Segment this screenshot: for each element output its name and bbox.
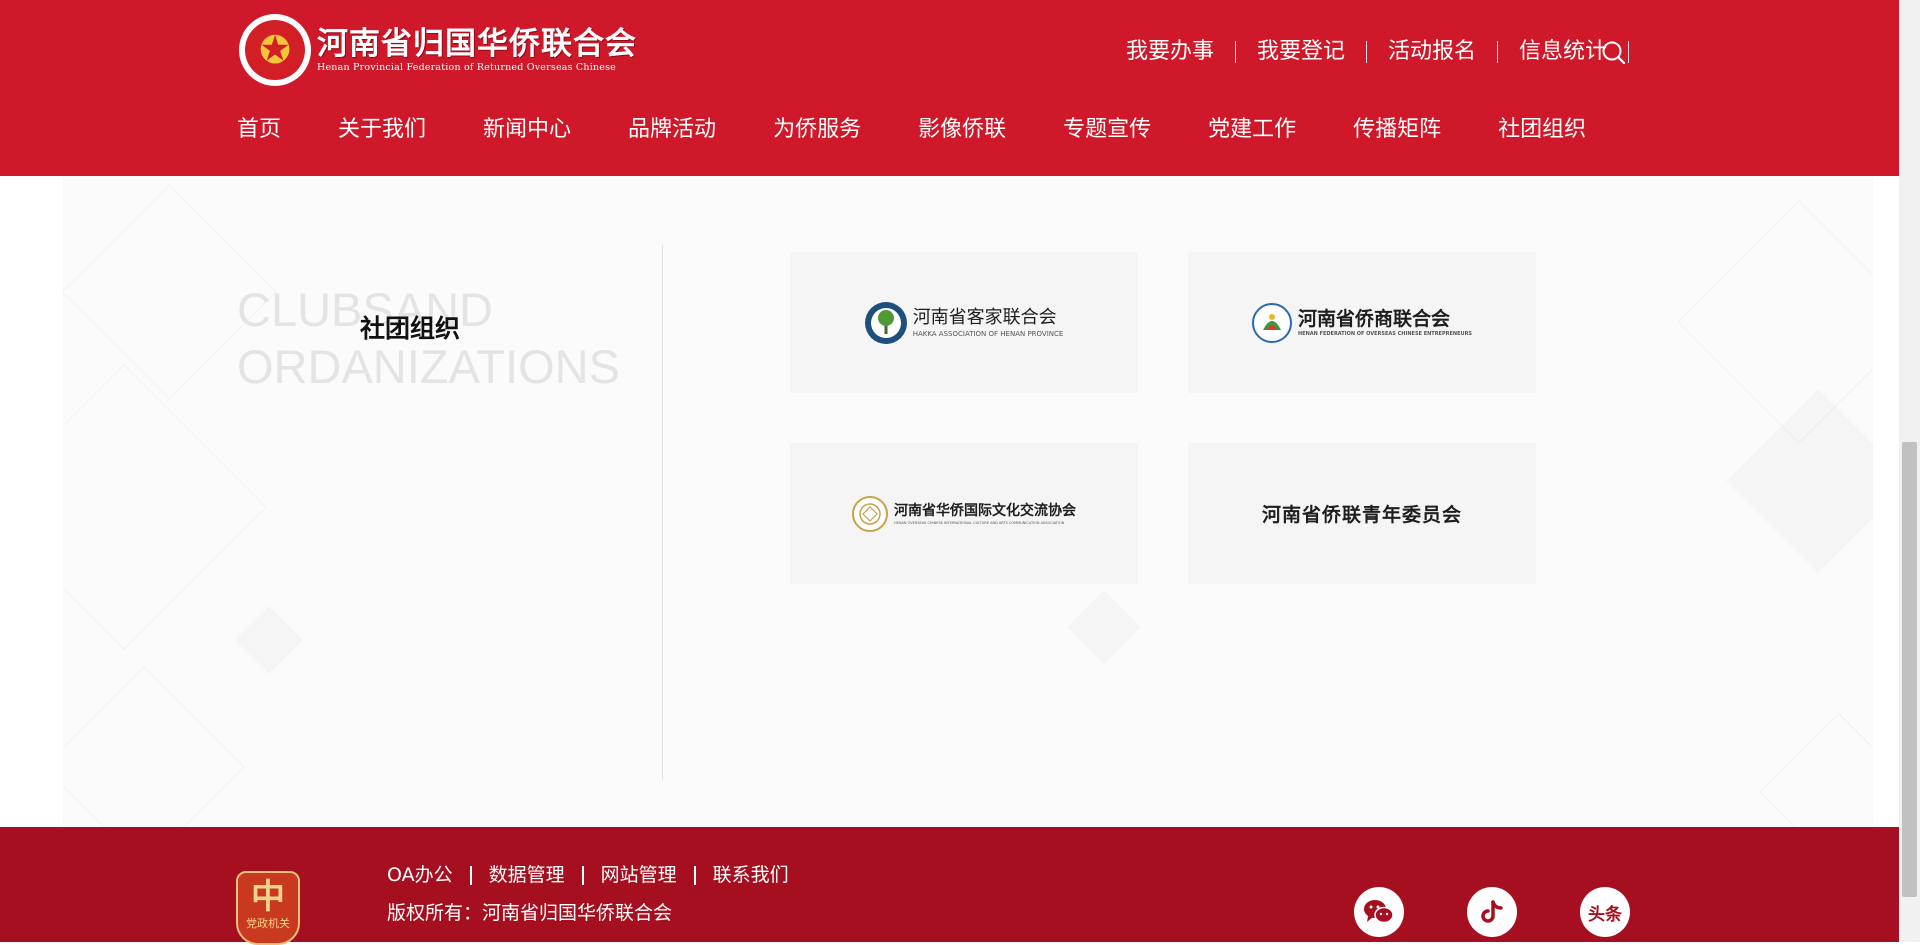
toutiao-icon[interactable]: 头条 — [1580, 887, 1630, 937]
background-decoration — [1726, 389, 1873, 573]
nav-home[interactable]: 首页 — [237, 112, 281, 148]
main-nav: 首页 关于我们 新闻中心 品牌活动 为侨服务 影像侨联 专题宣传 党建工作 传播… — [237, 112, 1586, 148]
footer-link-oa[interactable]: OA办公 — [387, 865, 472, 885]
quick-links: 我要办事 我要登记 活动报名 信息统计 — [1105, 36, 1629, 68]
badge-label: 党政机关 — [246, 917, 290, 930]
vertical-divider — [662, 245, 663, 780]
nav-party-building[interactable]: 党建工作 — [1208, 112, 1296, 148]
scrollbar-thumb[interactable] — [1902, 442, 1917, 897]
background-decoration — [1677, 200, 1873, 444]
org-card-culture-exchange[interactable]: 河南省华侨国际文化交流协会 HENAN OVERSEAS CHINESE INT… — [790, 443, 1138, 584]
site-logo[interactable]: ✪ 河南省归国华侨联合会 Henan Provincial Federation… — [239, 12, 637, 88]
background-decoration — [235, 606, 303, 674]
logo-subtitle: Henan Provincial Federation of Returned … — [317, 62, 616, 73]
quick-link-events[interactable]: 活动报名 — [1367, 41, 1498, 63]
org-card-entrepreneurs[interactable]: 河南省侨商联合会 HENAN FEDERATION OF OVERSEAS CH… — [1188, 252, 1536, 393]
organizations-section: CLUBSAND ORDANIZATIONS 社团组织 河南省客家联合会 HAK… — [63, 176, 1873, 827]
nav-brand-activities[interactable]: 品牌活动 — [628, 112, 716, 148]
nav-about[interactable]: 关于我们 — [338, 112, 426, 148]
footer-links: OA办公 数据管理 网站管理 联系我们 — [387, 862, 806, 888]
culture-exchange-emblem-icon — [852, 495, 888, 532]
section-title: 社团组织 — [360, 314, 461, 343]
site-footer: 中 党政机关 OA办公 数据管理 网站管理 联系我们 版权所有：河南省归国华侨联… — [0, 827, 1899, 945]
quick-link-register[interactable]: 我要登记 — [1236, 41, 1367, 63]
org-name: 河南省客家联合会 — [912, 306, 1057, 328]
federation-emblem-icon: ✪ — [239, 14, 311, 86]
org-name-english: HAKKA ASSOCIATION OF HENAN PROVINCE — [912, 329, 1064, 338]
wechat-icon[interactable] — [1354, 887, 1404, 937]
nav-news[interactable]: 新闻中心 — [483, 112, 571, 148]
org-name: 河南省华侨国际文化交流协会 — [894, 502, 1076, 519]
org-name-english: HENAN FEDERATION OF OVERSEAS CHINESE ENT… — [1297, 330, 1473, 337]
search-icon[interactable] — [1600, 39, 1628, 67]
quick-link-services[interactable]: 我要办事 — [1105, 41, 1236, 63]
hakka-emblem-icon — [864, 301, 907, 344]
logo-title: 河南省归国华侨联合会 — [317, 26, 637, 62]
background-decoration — [1759, 712, 1873, 827]
org-card-youth-committee[interactable]: 河南省侨联青年委员会 — [1188, 443, 1536, 584]
nav-media[interactable]: 影像侨联 — [918, 112, 1006, 148]
site-header: ✪ 河南省归国华侨联合会 Henan Provincial Federation… — [0, 0, 1899, 176]
nav-organizations[interactable]: 社团组织 — [1498, 112, 1586, 148]
org-name: 河南省侨商联合会 — [1297, 307, 1450, 330]
background-decoration — [63, 364, 267, 650]
org-name-english: HENAN OVERSEAS CHINESE INTERNATIONAL CUL… — [894, 520, 1065, 525]
douyin-icon[interactable] — [1467, 887, 1517, 937]
entrepreneurs-emblem-icon — [1251, 302, 1292, 343]
footer-link-contact[interactable]: 联系我们 — [696, 865, 806, 885]
footer-link-data-management[interactable]: 数据管理 — [472, 865, 584, 885]
nav-media-matrix[interactable]: 传播矩阵 — [1353, 112, 1441, 148]
footer-link-site-management[interactable]: 网站管理 — [584, 865, 696, 885]
party-government-badge-icon[interactable]: 中 党政机关 — [236, 871, 300, 945]
toutiao-label: 头条 — [1588, 904, 1622, 925]
copyright-text: 版权所有：河南省归国华侨联合会 — [387, 902, 673, 924]
background-decoration — [63, 666, 245, 827]
org-card-hakka[interactable]: 河南省客家联合会 HAKKA ASSOCIATION OF HENAN PROV… — [790, 252, 1138, 393]
org-name: 河南省侨联青年委员会 — [1261, 504, 1462, 526]
nav-services[interactable]: 为侨服务 — [773, 112, 861, 148]
nav-topics[interactable]: 专题宣传 — [1063, 112, 1151, 148]
background-decoration — [1067, 590, 1141, 664]
